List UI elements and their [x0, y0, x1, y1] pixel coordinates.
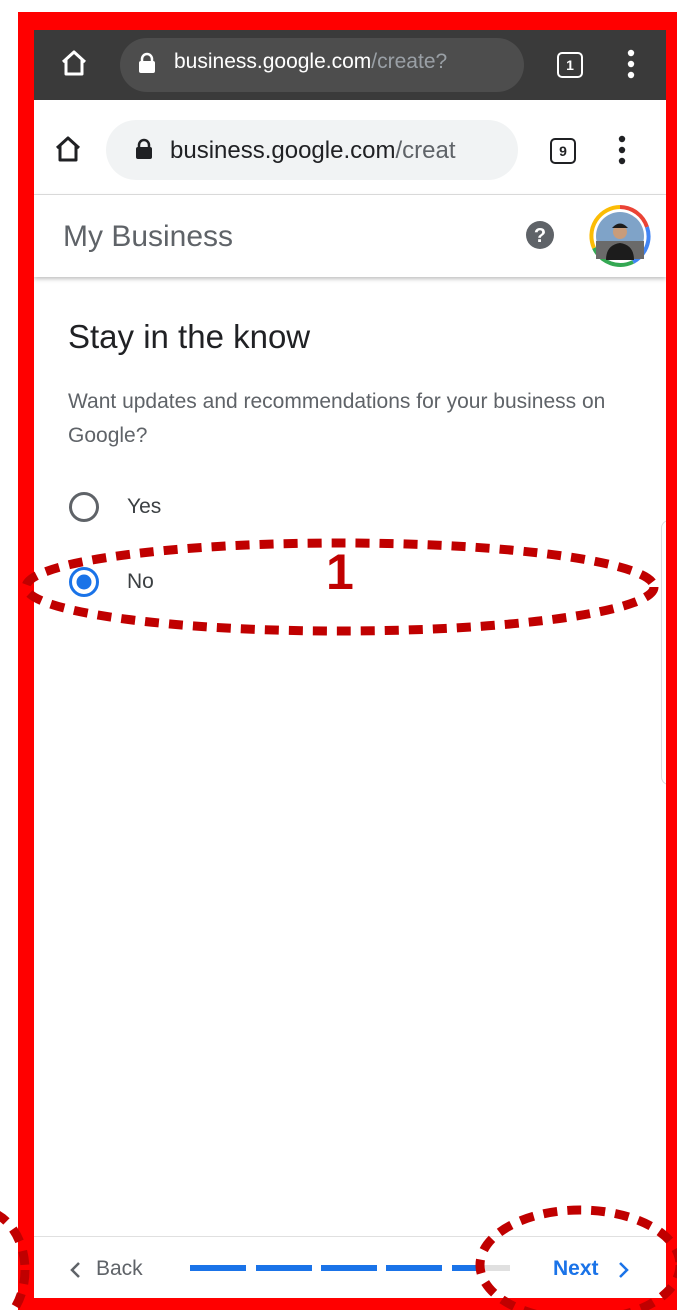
help-icon[interactable]: ?: [525, 220, 555, 250]
browser-toolbar: business.google.com/creat 9: [34, 100, 666, 195]
option-yes[interactable]: Yes: [67, 490, 267, 526]
radio-checked-icon[interactable]: [67, 565, 101, 599]
avatar[interactable]: [589, 205, 651, 267]
home-icon[interactable]: [53, 134, 83, 164]
chevron-right-icon: [619, 1262, 629, 1278]
page: business.google.com/create? 1 business.g…: [0, 0, 677, 1310]
more-vert-icon[interactable]: [617, 134, 627, 166]
back-button[interactable]: Back: [68, 1255, 178, 1285]
highlight-frame-top: [18, 12, 677, 30]
option-label: Yes: [127, 495, 162, 518]
outer-url-text: business.google.com/create?: [174, 50, 448, 73]
progress-indicator: [190, 1265, 510, 1271]
next-label: Next: [553, 1257, 599, 1280]
lock-icon: [136, 138, 152, 159]
back-label: Back: [96, 1257, 143, 1280]
next-button[interactable]: Next: [551, 1255, 651, 1285]
option-no[interactable]: No: [67, 565, 267, 601]
highlight-frame-right: [666, 14, 677, 1310]
app-header: My Business ?: [34, 195, 666, 277]
highlight-frame-bottom: [18, 1298, 677, 1310]
page-description: Want updates and recommendations for you…: [68, 390, 606, 447]
url-text: business.google.com/creat: [170, 137, 456, 164]
lock-icon: [139, 52, 155, 73]
page-title: Stay in the know: [68, 318, 311, 355]
annotation-step-number: 1: [326, 544, 354, 600]
tab-switcher[interactable]: 9: [550, 138, 576, 164]
chevron-left-icon: [70, 1262, 80, 1278]
option-label: No: [127, 570, 154, 593]
app-title: My Business: [63, 220, 234, 253]
outer-tab-switcher[interactable]: 1: [557, 52, 583, 78]
svg-text:?: ?: [534, 225, 546, 247]
radio-unchecked-icon[interactable]: [67, 490, 101, 524]
outer-browser-toolbar: business.google.com/create? 1: [34, 30, 666, 100]
bottom-navigation: Back Next: [34, 1236, 666, 1299]
highlight-frame-left: [18, 14, 34, 1310]
more-vert-icon[interactable]: [626, 48, 636, 80]
home-icon[interactable]: [59, 48, 89, 78]
